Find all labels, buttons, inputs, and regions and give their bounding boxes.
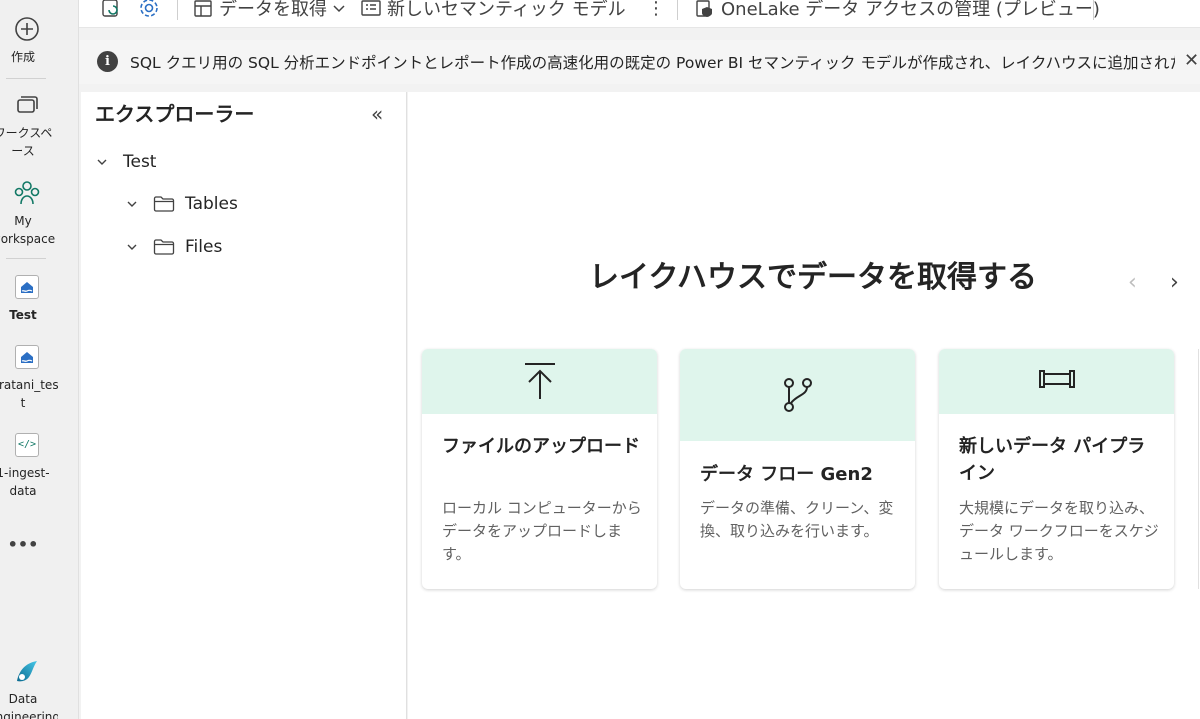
folder-icon [153,196,175,212]
rail-my-workspace[interactable]: My workspace [0,178,55,248]
onelake-access-button[interactable]: OneLake データ アクセスの管理 (プレビュー) [693,0,1100,22]
toolbar-divider [1093,0,1094,20]
shield-lock-icon [696,0,712,17]
table-icon [194,0,212,17]
card-title: 新しいデータ パイプライン [959,436,1146,484]
ribbon-toolbar: データを取得 新しいセマンティック モデル ⋮ OneLake データ アクセス… [79,0,1200,28]
tree-item-test[interactable]: Test [95,152,156,172]
chevron-down-icon[interactable] [125,197,139,211]
folder-icon [153,239,175,255]
card-header [680,349,915,441]
chevron-down-icon[interactable] [95,155,109,169]
main-content: レイクハウスでデータを取得する ‹ › ファイルのアップロード ローカル コンピ… [408,92,1200,719]
refresh-icon [102,0,118,17]
info-message-text: SQL クエリ用の SQL 分析エンドポイントとレポート作成の高速化用の既定の … [130,54,1175,72]
get-data-button[interactable]: データを取得 [191,0,347,22]
fabric-logo-icon [12,656,42,686]
more-icon: ••• [7,536,39,554]
toolbar-divider [177,0,178,20]
info-icon: i [97,51,118,72]
card-upload-files[interactable]: ファイルのアップロード ローカル コンピューターからデータをアップロードします。 [422,349,657,589]
chevron-right-icon[interactable]: › [1170,270,1179,295]
new-semantic-model-label: 新しいセマンティック モデル [387,0,626,20]
card-dataflow-gen2[interactable]: データ フロー Gen2 データの準備、クリーン、変換、取り込みを行います。 [680,349,915,589]
page-title: レイクハウスでデータを取得する [589,260,1037,295]
rail-workspaces[interactable]: ワークスペ ース [0,90,54,160]
close-icon[interactable]: ✕ [1184,50,1199,71]
rail-more[interactable]: ••• [0,536,54,554]
pipeline-icon [1038,370,1075,388]
plus-circle-icon [12,14,42,44]
upload-icon [524,363,555,399]
more-options-button[interactable]: ⋮ [647,0,665,22]
tree-item-test-label: Test [123,152,157,172]
get-data-label: データを取得 [219,0,327,20]
rail-item-ingest-data-label: 1-ingest- data [0,466,50,498]
card-description: ローカル コンピューターからデータをアップロードします。 [442,499,642,563]
rail-item-test[interactable]: Test [0,272,54,324]
gear-icon [140,0,158,17]
info-message-bar: i SQL クエリ用の SQL 分析エンドポイントとレポート作成の高速化用の既定… [79,40,1200,84]
rail-workspaces-label: ワークスペ ース [0,126,53,158]
card-header [422,349,657,414]
rail-create[interactable]: 作成 [0,14,54,66]
card-title: ファイルのアップロード [442,436,640,457]
chevron-down-icon [333,5,345,13]
card-header [939,349,1174,414]
left-rail: 作成 ワークスペ ース My workspace Test hiratani_t… [0,0,79,719]
card-title: データ フロー Gen2 [700,464,873,485]
chevron-left-icon[interactable]: ‹ [1128,270,1137,295]
rail-my-workspace-label: My workspace [0,214,56,246]
rail-create-label: 作成 [10,50,35,64]
tree-item-tables-label: Tables [185,194,238,214]
explorer-pane: エクスプローラー « Test Tables Files [81,92,407,719]
rail-divider [6,78,46,79]
tree-item-files-label: Files [185,237,223,257]
chevron-down-icon[interactable] [125,240,139,254]
more-vertical-icon: ⋮ [647,0,665,19]
card-description: 大規模にデータを取り込み、データ ワークフローをスケジュールします。 [959,499,1159,563]
lakehouse-icon [12,342,42,372]
refresh-button[interactable] [99,0,123,22]
rail-item-hiratani-test[interactable]: hiratani_tes t [0,342,58,412]
tree-item-tables[interactable]: Tables [125,194,238,214]
rail-item-ingest-data[interactable]: </> 1-ingest- data [0,430,54,500]
dataflow-icon [783,378,812,412]
rail-divider [6,258,46,259]
semantic-model-icon [361,0,381,16]
notebook-icon: </> [12,430,42,460]
rail-data-engineering-label: Data Engineering [0,692,58,719]
card-description: データの準備、クリーン、変換、取り込みを行います。 [700,499,894,540]
collapse-pane-icon[interactable]: « [371,102,383,126]
explorer-title: エクスプローラー [95,102,255,126]
toolbar-divider [677,0,678,20]
rail-data-engineering[interactable]: Data Engineering [0,656,58,719]
rail-item-test-label: Test [9,308,37,322]
onelake-access-label: OneLake データ アクセスの管理 (プレビュー) [721,0,1100,20]
lakehouse-icon [12,272,42,302]
workspaces-icon [12,90,42,120]
people-icon [12,178,42,208]
rail-item-hiratani-test-label: hiratani_tes t [0,378,58,410]
tree-item-files[interactable]: Files [125,237,222,257]
settings-button[interactable] [137,0,161,22]
card-new-data-pipeline[interactable]: 新しいデータ パイプライン 大規模にデータを取り込み、データ ワークフローをスケ… [939,349,1174,589]
new-semantic-model-button[interactable]: 新しいセマンティック モデル [359,0,626,22]
